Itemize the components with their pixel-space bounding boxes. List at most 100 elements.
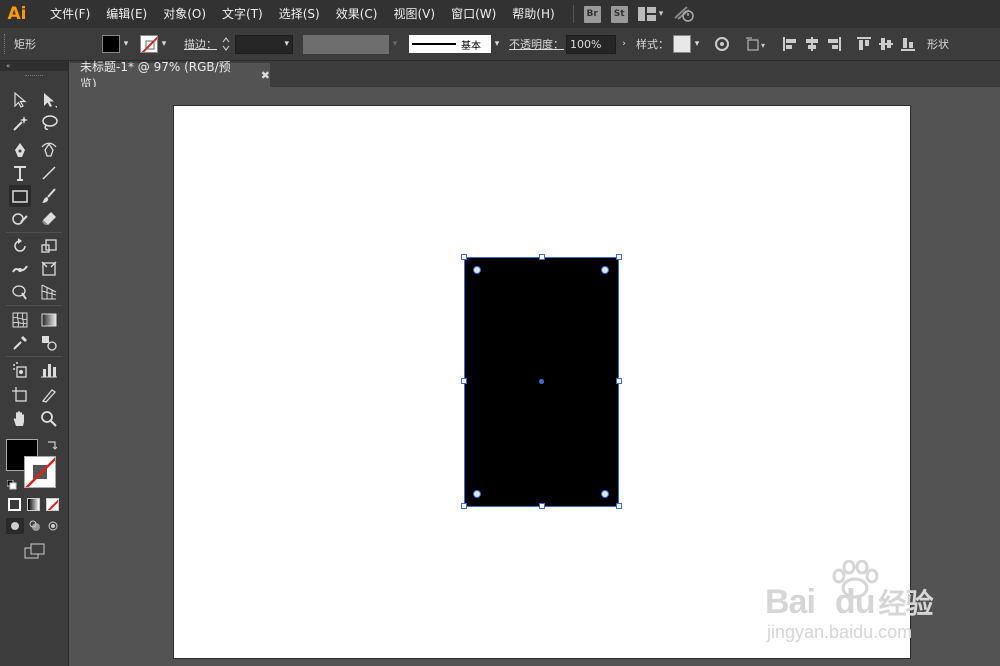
align-to-icon[interactable]: ▾ xyxy=(745,35,771,53)
free-transform-tool-icon[interactable] xyxy=(38,258,60,280)
fill-dropdown[interactable]: ▾ xyxy=(120,35,132,53)
opacity-arrow[interactable]: › xyxy=(616,35,632,53)
menu-select[interactable]: 选择(S) xyxy=(271,0,328,28)
corner-widget-bottom-right[interactable] xyxy=(601,490,609,498)
tools-collapse-button[interactable]: « xyxy=(0,61,68,71)
menu-help[interactable]: 帮助(H) xyxy=(504,0,562,28)
color-mode-icon[interactable] xyxy=(8,498,21,511)
menu-file[interactable]: 文件(F) xyxy=(42,0,98,28)
handle-top-left[interactable] xyxy=(461,254,467,260)
align-middle-icon[interactable] xyxy=(877,35,895,53)
watermark-suffix: 经验 xyxy=(878,588,933,619)
menu-view[interactable]: 视图(V) xyxy=(385,0,443,28)
stroke-swatch[interactable] xyxy=(140,35,158,53)
handle-top-center[interactable] xyxy=(539,254,545,260)
gradient-mode-icon[interactable] xyxy=(27,498,40,511)
draw-behind-icon[interactable] xyxy=(27,518,43,534)
recolor-artwork-icon[interactable] xyxy=(713,35,731,53)
svg-text:▾: ▾ xyxy=(761,41,765,50)
close-tab-icon[interactable]: ✖ xyxy=(261,69,270,82)
menu-edit[interactable]: 编辑(E) xyxy=(98,0,155,28)
fill-swatch[interactable] xyxy=(102,35,120,53)
app-logo: Ai xyxy=(7,4,27,24)
draw-normal-icon[interactable] xyxy=(6,518,24,534)
stroke-label[interactable]: 描边： xyxy=(184,36,217,52)
corner-widget-bottom-left[interactable] xyxy=(473,490,481,498)
align-center-icon[interactable] xyxy=(803,35,821,53)
blend-tool-icon[interactable] xyxy=(38,332,60,354)
type-tool-icon[interactable] xyxy=(9,162,31,184)
arrange-documents-icon[interactable]: ▾ xyxy=(637,7,663,21)
brush-definition[interactable]: 基本 xyxy=(409,35,491,53)
handle-top-right[interactable] xyxy=(616,254,622,260)
gpu-performance-icon[interactable] xyxy=(673,4,695,25)
stroke-color-swatch[interactable] xyxy=(24,456,56,488)
corner-widget-top-left[interactable] xyxy=(473,266,481,274)
slice-tool-icon[interactable] xyxy=(38,384,60,406)
document-tab[interactable]: 未标题-1* @ 97% (RGB/预览) ✖ xyxy=(70,60,270,91)
align-bottom-icon[interactable] xyxy=(899,35,917,53)
graphic-style-swatch[interactable] xyxy=(673,35,691,53)
variable-width-profile[interactable] xyxy=(303,34,389,54)
zoom-tool-icon[interactable] xyxy=(38,408,60,430)
lasso-tool-icon[interactable] xyxy=(38,112,60,134)
handle-middle-right[interactable] xyxy=(616,378,622,384)
perspective-grid-tool-icon[interactable] xyxy=(38,281,60,303)
none-mode-icon[interactable] xyxy=(46,498,59,511)
selection-tool-icon[interactable] xyxy=(9,89,31,111)
align-top-icon[interactable] xyxy=(855,35,873,53)
eraser-tool-icon[interactable] xyxy=(38,208,60,230)
swap-fill-stroke-icon[interactable] xyxy=(46,439,58,451)
bridge-button[interactable]: Br xyxy=(583,5,601,23)
opacity-label[interactable]: 不透明度： xyxy=(509,36,564,52)
menu-object[interactable]: 对象(O) xyxy=(155,0,214,28)
variable-width-dropdown[interactable]: ▾ xyxy=(389,35,401,53)
hand-tool-icon[interactable] xyxy=(9,408,31,430)
scale-tool-icon[interactable] xyxy=(38,235,60,257)
shape-builder-tool-icon[interactable] xyxy=(9,281,31,303)
watermark-brand2: du xyxy=(834,583,876,621)
artboard-tool-icon[interactable] xyxy=(9,384,31,406)
menu-bar: Ai 文件(F) 编辑(E) 对象(O) 文字(T) 选择(S) 效果(C) 视… xyxy=(0,0,1000,28)
handle-bottom-center[interactable] xyxy=(539,503,545,509)
default-fill-stroke-icon[interactable] xyxy=(6,479,17,490)
corner-widget-top-right[interactable] xyxy=(601,266,609,274)
gradient-tool-icon[interactable] xyxy=(38,309,60,331)
shape-label[interactable]: 形状 xyxy=(927,36,949,52)
tool-name-label: 矩形 xyxy=(14,38,36,51)
curvature-tool-icon[interactable] xyxy=(38,139,60,161)
control-bar: 矩形 ▾ ▾ 描边： ▾ ▾ 基本 ▾ 不透明度： 100% › 样式： ▾ ▾… xyxy=(0,28,1000,61)
graphic-style-dropdown[interactable]: ▾ xyxy=(691,35,703,53)
menu-window[interactable]: 窗口(W) xyxy=(443,0,504,28)
magic-wand-tool-icon[interactable] xyxy=(9,112,31,134)
line-segment-tool-icon[interactable] xyxy=(38,162,60,184)
shaper-tool-icon[interactable] xyxy=(9,208,31,230)
paintbrush-tool-icon[interactable] xyxy=(38,185,60,207)
change-screen-mode-icon[interactable] xyxy=(24,543,46,559)
stroke-weight-field[interactable]: ▾ xyxy=(235,34,293,54)
width-tool-icon[interactable] xyxy=(9,258,31,280)
handle-bottom-right[interactable] xyxy=(616,503,622,509)
pen-tool-icon[interactable] xyxy=(9,139,31,161)
symbol-sprayer-tool-icon[interactable] xyxy=(9,359,31,381)
eyedropper-tool-icon[interactable] xyxy=(9,332,31,354)
stroke-weight-stepper[interactable] xyxy=(217,35,235,53)
handle-bottom-left[interactable] xyxy=(461,503,467,509)
align-right-icon[interactable] xyxy=(825,35,843,53)
tools-divider xyxy=(6,356,62,357)
menu-type[interactable]: 文字(T) xyxy=(214,0,271,28)
opacity-field[interactable]: 100% xyxy=(566,34,616,54)
stroke-dropdown[interactable]: ▾ xyxy=(158,35,170,53)
draw-inside-icon[interactable] xyxy=(45,518,61,534)
align-left-icon[interactable] xyxy=(781,35,799,53)
stock-button[interactable]: St xyxy=(610,5,628,23)
direct-selection-tool-icon[interactable] xyxy=(38,89,60,111)
column-graph-tool-icon[interactable] xyxy=(38,359,60,381)
menu-effect[interactable]: 效果(C) xyxy=(328,0,386,28)
watermark-url: jingyan.baidu.com xyxy=(767,622,913,642)
mesh-tool-icon[interactable] xyxy=(9,309,31,331)
rectangle-tool-icon[interactable] xyxy=(9,185,31,207)
rotate-tool-icon[interactable] xyxy=(9,235,31,257)
brush-dropdown[interactable]: ▾ xyxy=(491,35,503,53)
handle-middle-left[interactable] xyxy=(461,378,467,384)
